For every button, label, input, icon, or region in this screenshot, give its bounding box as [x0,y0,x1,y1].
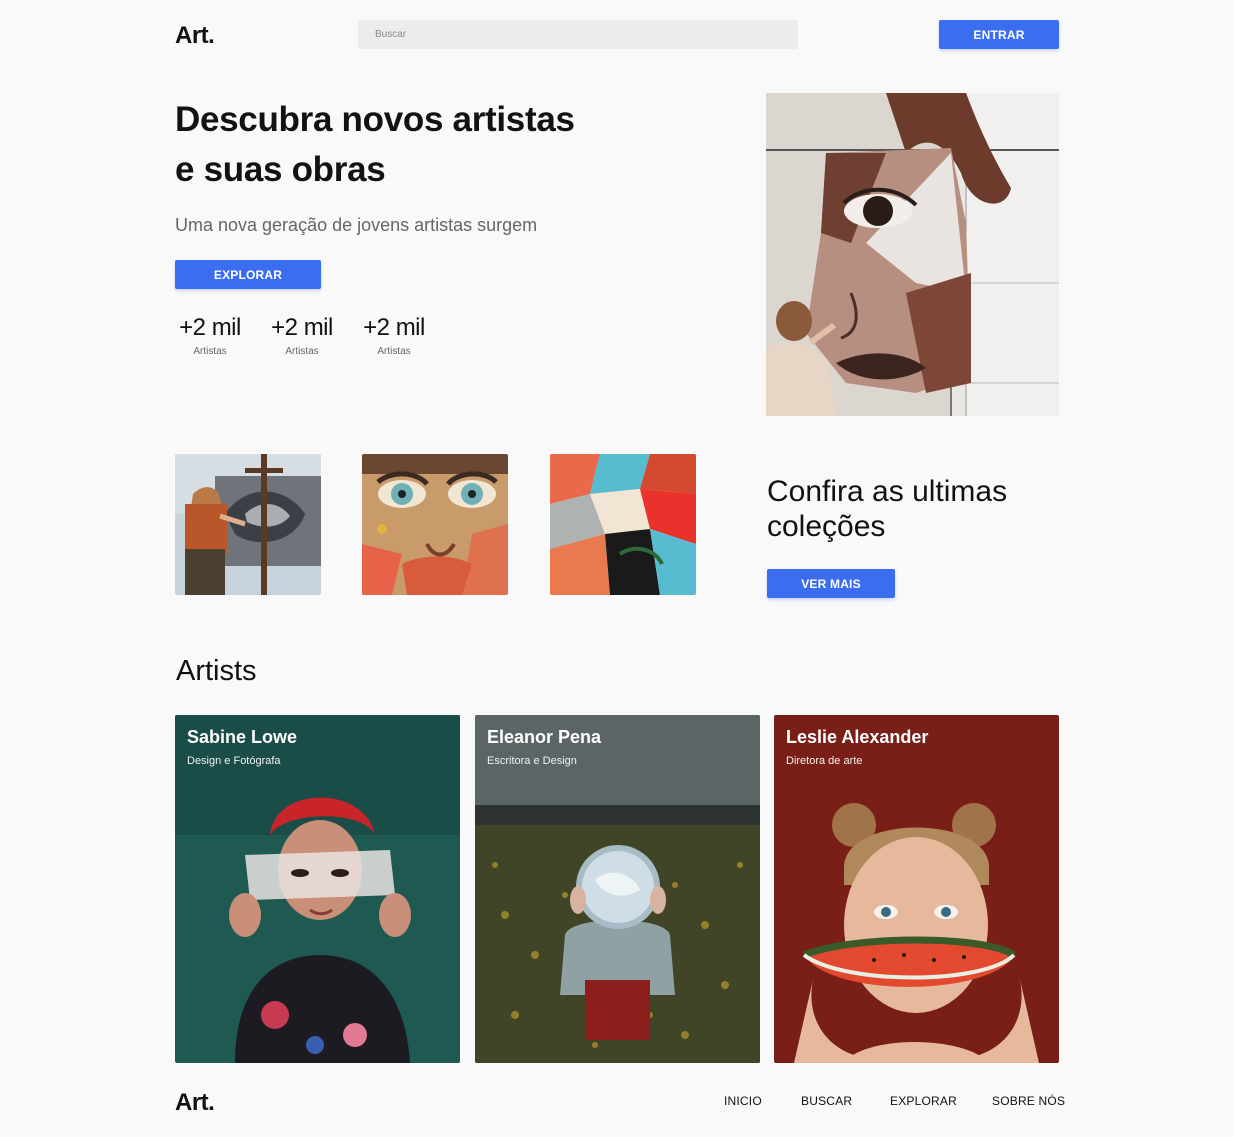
hero-title-line1: Descubra novos artistas [175,100,575,139]
artist-name: Leslie Alexander [786,727,929,747]
collection-thumbnail-face-mural[interactable] [362,454,508,595]
artist-photo [475,715,760,1063]
hero-mural-image [766,93,1059,416]
artist-role: Diretora de arte [786,755,863,767]
logo[interactable]: Art. [175,22,215,50]
stat-item: +2 mil Artistas [175,314,245,357]
search-input[interactable] [358,20,798,49]
footer-nav-sobre-nos[interactable]: SOBRE NÓS [992,1094,1065,1108]
stat-label: Artistas [193,346,227,357]
footer-nav-buscar[interactable]: BUSCAR [801,1094,852,1108]
stat-label: Artistas [377,346,411,357]
stat-item: +2 mil Artistas [267,314,337,357]
hero-title-line2: e suas obras [175,150,386,189]
artist-card[interactable]: Eleanor Pena Escritora e Design [475,715,760,1063]
artist-role: Design e Fotógrafa [187,755,281,767]
hero-subtitle: Uma nova geração de jovens artistas surg… [175,215,538,235]
artist-card[interactable]: Leslie Alexander Diretora de arte [774,715,1059,1063]
hero-title: Descubra novos artistas e suas obras [175,95,635,195]
footer-nav-inicio[interactable]: INICIO [724,1094,762,1108]
stat-value: +2 mil [179,314,241,341]
artist-role: Escritora e Design [487,755,577,767]
collection-thumbnail-painter[interactable] [175,454,321,595]
login-button[interactable]: ENTRAR [939,20,1059,49]
explore-button[interactable]: EXPLORAR [175,260,321,289]
stat-label: Artistas [285,346,319,357]
artist-photo [774,715,1059,1063]
see-more-button[interactable]: VER MAIS [767,569,895,598]
artist-photo [175,715,460,1063]
artist-name: Sabine Lowe [187,727,298,747]
artists-title: Artists [176,655,257,687]
artist-card[interactable]: Sabine Lowe Design e Fotógrafa [175,715,460,1063]
stat-value: +2 mil [271,314,333,341]
stat-item: +2 mil Artistas [359,314,429,357]
footer-logo[interactable]: Art. [175,1089,215,1117]
collection-thumbnail-abstract[interactable] [550,454,696,595]
collections-title: Confira as ultimas coleções [767,475,1008,543]
stat-value: +2 mil [363,314,425,341]
footer-nav-explorar[interactable]: EXPLORAR [890,1094,957,1108]
artist-name: Eleanor Pena [487,727,602,747]
